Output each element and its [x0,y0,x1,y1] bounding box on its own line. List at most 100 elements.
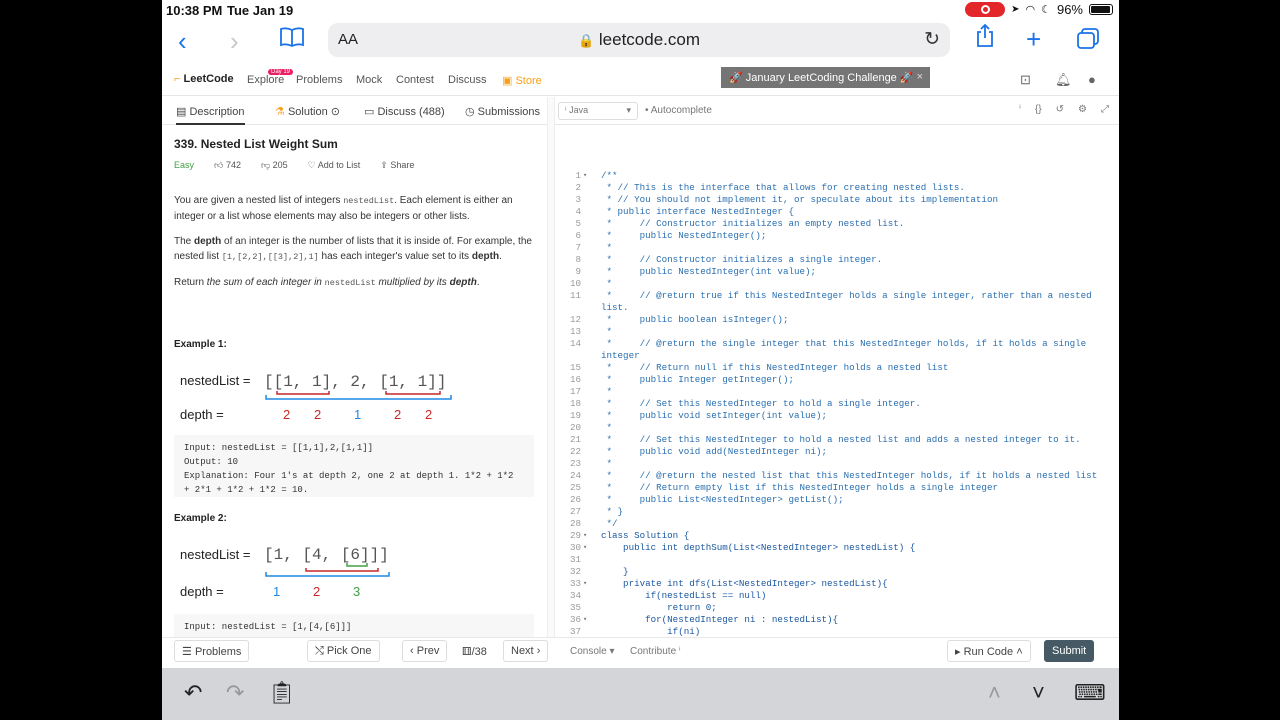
fold-icon[interactable]: ▾ [583,578,601,590]
code-line[interactable]: 36 ▾ for(NestedInteger ni : nestedList){ [555,614,1119,626]
braces-icon[interactable]: {} [1035,104,1042,115]
code-line[interactable]: 1 ▾/** [555,170,1119,182]
like-button[interactable]: 👍︎ 742 [214,160,241,171]
forward-icon[interactable]: › [230,26,239,56]
problems-button[interactable]: ☰ Problems [174,640,250,662]
tab-submissions[interactable]: ◷ Submissions [465,105,540,118]
chevron-up-icon[interactable]: ˄ [988,680,1001,706]
code-line[interactable]: 32 } [555,566,1119,578]
code-line[interactable]: 15 * // Return null if this NestedIntege… [555,362,1119,374]
back-icon[interactable]: ‹ [178,26,187,56]
code-line[interactable]: 12 * public boolean isInteger(); [555,314,1119,326]
panel-splitter[interactable] [547,97,555,637]
new-tab-icon[interactable]: + [1026,24,1041,54]
code-line[interactable]: 11 * // @return true if this NestedInteg… [555,290,1119,302]
share-icon[interactable] [975,23,995,54]
nav-discuss[interactable]: Discuss [448,74,487,86]
code-line[interactable]: 4 * public interface NestedInteger { [555,206,1119,218]
code-line[interactable]: 10 * [555,278,1119,290]
code-line[interactable]: 18 * // Set this NestedInteger to hold a… [555,398,1119,410]
code-line[interactable]: 35 return 0; [555,602,1119,614]
next-button[interactable]: Next › [503,640,549,662]
playground-icon[interactable]: ⊡ [1020,72,1031,88]
nav-store[interactable]: ▣ Store [502,74,542,87]
code-line[interactable]: 33 ▾ private int dfs(List<NestedInteger> … [555,578,1119,590]
code-line[interactable]: 6 * public NestedInteger(); [555,230,1119,242]
fold-icon[interactable]: ▾ [583,530,601,542]
code-line[interactable]: 26 * public List<NestedInteger> getList(… [555,494,1119,506]
code-line[interactable]: 34 if(nestedList == null) [555,590,1119,602]
tab-description[interactable]: ▤ Description [176,105,245,125]
code-line[interactable]: 37 if(ni) [555,626,1119,637]
notification-bell-icon[interactable]: 🔔︎ [1055,72,1072,88]
language-select[interactable]: ⁱ Java ▾ [558,102,638,120]
contribute-link[interactable]: Contribute ⁱ [630,646,681,657]
nav-mock[interactable]: Mock [356,74,382,86]
code-line[interactable]: 20 * [555,422,1119,434]
reset-icon[interactable]: ↺ [1056,104,1064,115]
run-code-button[interactable]: ▸ Run Code ˄ [947,640,1031,662]
ex1-depth-0: 2 [283,407,290,422]
info-button-icon[interactable]: ⁱ [1019,104,1021,115]
nav-problems[interactable]: Problems [296,74,342,86]
autocomplete-toggle[interactable]: • Autocomplete [645,105,712,116]
code-line[interactable]: 24 * // @return the nested list that thi… [555,470,1119,482]
fold-icon[interactable]: ▾ [583,542,601,554]
address-bar[interactable]: AA 🔒 leetcode.com ↻ [328,23,950,57]
code-line[interactable]: 30 ▾ public int depthSum(List<NestedInteg… [555,542,1119,554]
tab-solution[interactable]: ⚗ Solution ⊙ [275,105,340,118]
avatar[interactable]: ● [1088,72,1096,87]
fullscreen-icon[interactable]: ⤢ [1101,104,1109,115]
url-text[interactable]: 🔒 leetcode.com [328,30,950,50]
keyboard-icon[interactable]: ⌨ [1074,680,1106,706]
challenge-banner[interactable]: 🚀 January LeetCoding Challenge 🚀 × [721,67,930,88]
code-line[interactable]: 25 * // Return empty list if this Nested… [555,482,1119,494]
code-line[interactable]: 27 * } [555,506,1119,518]
code-line[interactable]: 29 ▾ class Solution { [555,530,1119,542]
dislike-button[interactable]: 👎︎ 205 [261,160,288,171]
console-toggle[interactable]: Console ▾ [570,646,615,657]
code-line[interactable]: 2 * // This is the interface that allows… [555,182,1119,194]
pick-one-button[interactable]: ⤭ Pick One [307,640,380,662]
code-line[interactable]: 28 */ [555,518,1119,530]
code-line[interactable]: integer [555,350,1119,362]
code-line[interactable]: 13 * [555,326,1119,338]
code-line[interactable]: 16 * public Integer getInteger(); [555,374,1119,386]
code-line[interactable]: 7 * [555,242,1119,254]
reload-icon[interactable]: ↻ [924,28,940,51]
code-line[interactable]: 3 * // You should not implement it, or s… [555,194,1119,206]
fold-icon [583,422,601,434]
code-line[interactable]: 22 * public void add(NestedInteger ni); [555,446,1119,458]
bookmarks-icon[interactable] [280,24,304,54]
settings-icon[interactable]: ⚙ [1078,104,1087,115]
submit-button[interactable]: Submit [1044,640,1095,662]
code-line[interactable]: 17 * [555,386,1119,398]
tab-discuss[interactable]: ▭ Discuss (488) [364,105,445,118]
chevron-down-icon[interactable]: ˅ [1032,680,1045,706]
close-icon[interactable]: × [917,71,923,83]
fold-icon[interactable]: ▾ [583,170,601,182]
code-line[interactable]: 31 [555,554,1119,566]
fold-icon[interactable]: ▾ [583,614,601,626]
line-number: 19 [569,410,581,421]
code-text: * public boolean isInteger(); [601,314,789,325]
share-button[interactable]: ⇪ Share [380,160,414,171]
code-line[interactable]: 5 * // Constructor initializes an empty … [555,218,1119,230]
code-line[interactable]: 23 * [555,458,1119,470]
paste-icon[interactable]: 📋︎ [268,680,296,706]
tabs-overview-icon[interactable] [1076,26,1100,56]
add-to-list-button[interactable]: ♡ Add to List [308,160,361,171]
leetcode-logo[interactable]: ⌐ LeetCode [174,73,234,85]
redo-icon[interactable]: ↷ [226,680,244,706]
nav-contest[interactable]: Contest [396,74,434,86]
prev-button[interactable]: ‹ Prev [402,640,448,662]
undo-icon[interactable]: ↶ [184,680,202,706]
code-line[interactable]: list. [555,302,1119,314]
code-line[interactable]: 9 * public NestedInteger(int value); [555,266,1119,278]
code-line[interactable]: 14 * // @return the single integer that … [555,338,1119,350]
code-line[interactable]: 8 * // Constructor initializes a single … [555,254,1119,266]
code-line[interactable]: 19 * public void setInteger(int value); [555,410,1119,422]
code-line[interactable]: 21 * // Set this NestedInteger to hold a… [555,434,1119,446]
nav-explore[interactable]: Explore [247,74,284,86]
code-area[interactable]: 1 ▾/** 2 * // This is the interface that a… [555,170,1119,637]
